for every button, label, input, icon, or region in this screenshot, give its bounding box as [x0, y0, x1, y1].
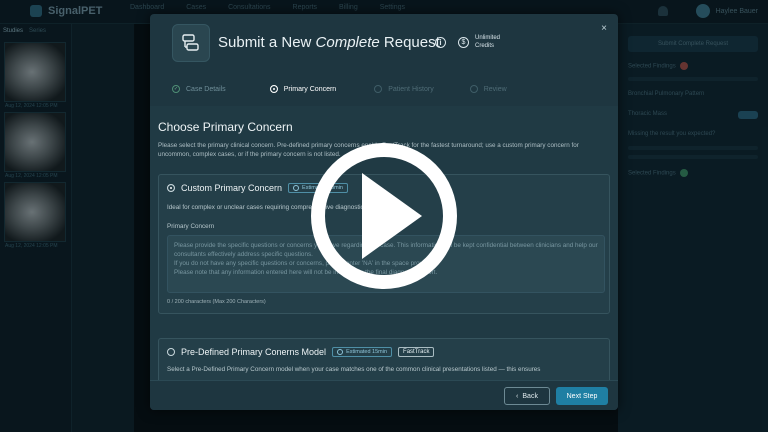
back-label: Back [522, 392, 538, 400]
step-label: Patient History [388, 85, 434, 93]
option-title: Pre-Defined Primary Conerns Model [181, 347, 327, 357]
time-estimate-badge: Estimated 15min [332, 347, 393, 357]
clock-icon [337, 349, 344, 355]
dollar-icon: $ [458, 37, 469, 48]
clock-icon [293, 185, 300, 191]
pending-step-icon [374, 85, 383, 93]
back-button[interactable]: ‹ Back [504, 387, 550, 405]
option-title: Custom Primary Concern [181, 183, 283, 193]
pending-step-icon [469, 85, 478, 93]
title-prefix: Submit a New [218, 34, 316, 51]
title-suffix: Request [379, 34, 440, 51]
primary-concern-label: Primary Concern [167, 223, 215, 230]
modal-footer: ‹ Back Next Step [150, 380, 618, 410]
character-count: 0 / 200 characters (Max 200 Characters) [167, 299, 266, 305]
check-icon: ✓ [172, 85, 180, 93]
step-patient-history: Patient History [374, 80, 434, 98]
custom-concern-radio[interactable] [167, 184, 175, 192]
next-step-button[interactable]: Next Step [556, 387, 608, 405]
predefined-concern-option[interactable]: Pre-Defined Primary Conerns Model Estima… [158, 338, 610, 380]
step-primary-concern[interactable]: Primary Concern [269, 80, 337, 98]
info-icon[interactable]: i [435, 37, 446, 48]
modal-header: Submit a New Complete Request i $ Unlimi… [150, 14, 618, 74]
step-label: Case Details [186, 85, 226, 93]
option-description: Select a Pre-Defined Primary Concern mod… [167, 366, 541, 373]
close-button[interactable]: × [598, 23, 610, 35]
badge-text: Estimated 15min [346, 349, 388, 355]
step-case-details[interactable]: ✓ Case Details [172, 80, 226, 98]
title-emphasis: Complete [315, 34, 380, 51]
step-review: Review [469, 80, 507, 98]
credits-label: Unlimited Credits [475, 35, 501, 49]
fasttrack-badge: FastTrack [398, 347, 435, 357]
progress-stepper: ✓ Case Details Primary Concern Patient H… [150, 80, 618, 98]
step-label: Primary Concern [283, 85, 337, 93]
step-label: Review [483, 85, 507, 93]
play-icon[interactable] [306, 129, 462, 303]
chevron-left-icon: ‹ [516, 392, 519, 400]
modal-title: Submit a New Complete Request [218, 34, 440, 51]
section-title: Choose Primary Concern [158, 120, 293, 134]
option-header: Pre-Defined Primary Conerns Model Estima… [167, 347, 435, 357]
request-form-icon [172, 24, 210, 62]
predefined-concern-radio[interactable] [167, 348, 175, 356]
active-step-icon [269, 85, 278, 93]
